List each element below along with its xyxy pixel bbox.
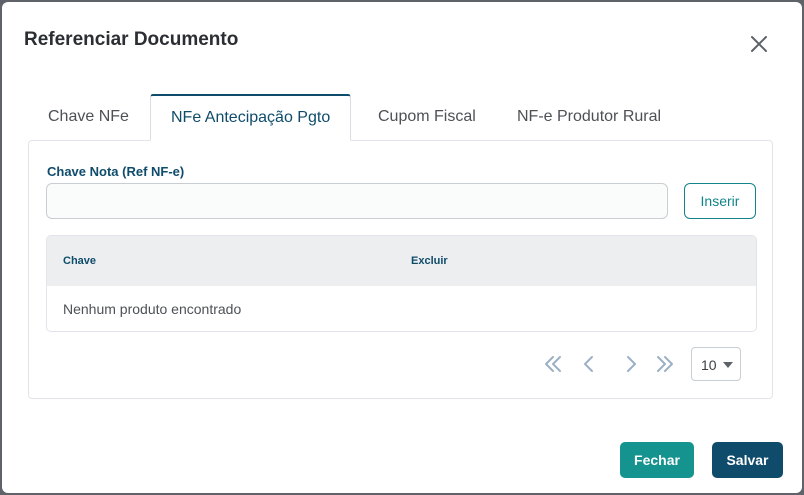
tab-bar: Chave NFe NFe Antecipação Pgto Cupom Fis…: [26, 94, 776, 142]
inserir-button[interactable]: Inserir: [684, 183, 756, 219]
column-header-chave: Chave: [63, 255, 97, 267]
next-page-icon[interactable]: [621, 354, 641, 374]
tab-nfe-produtor-rural[interactable]: NF-e Produtor Rural: [497, 94, 681, 142]
fechar-button[interactable]: Fechar: [620, 442, 694, 478]
dialog-title: Referenciar Documento: [24, 29, 239, 50]
referenciar-documento-dialog: Referenciar Documento Chave NFe NFe Ante…: [2, 2, 802, 493]
table-header: Chave Excluir: [47, 236, 756, 286]
last-page-icon[interactable]: [655, 354, 675, 374]
column-header-excluir: Excluir: [411, 255, 448, 267]
chave-nota-input[interactable]: [46, 183, 668, 219]
page-size-select[interactable]: 10: [691, 347, 741, 381]
first-page-icon[interactable]: [543, 354, 563, 374]
chave-table: Chave Excluir Nenhum produto encontrado: [46, 235, 757, 332]
chevron-down-icon: [723, 362, 733, 368]
empty-table-message: Nenhum produto encontrado: [63, 301, 242, 317]
page-size-value: 10: [701, 357, 717, 373]
tab-cupom-fiscal[interactable]: Cupom Fiscal: [358, 94, 496, 142]
previous-page-icon[interactable]: [579, 354, 599, 374]
tab-panel: Chave Nota (Ref NF-e) Inserir Chave Excl…: [28, 140, 773, 399]
tab-nfe-antecipacao-pgto[interactable]: NFe Antecipação Pgto: [150, 94, 352, 141]
salvar-button[interactable]: Salvar: [712, 442, 783, 478]
chave-nota-label: Chave Nota (Ref NF-e): [47, 164, 185, 179]
close-icon[interactable]: [748, 33, 770, 55]
tab-chave-nfe[interactable]: Chave NFe: [28, 94, 149, 142]
